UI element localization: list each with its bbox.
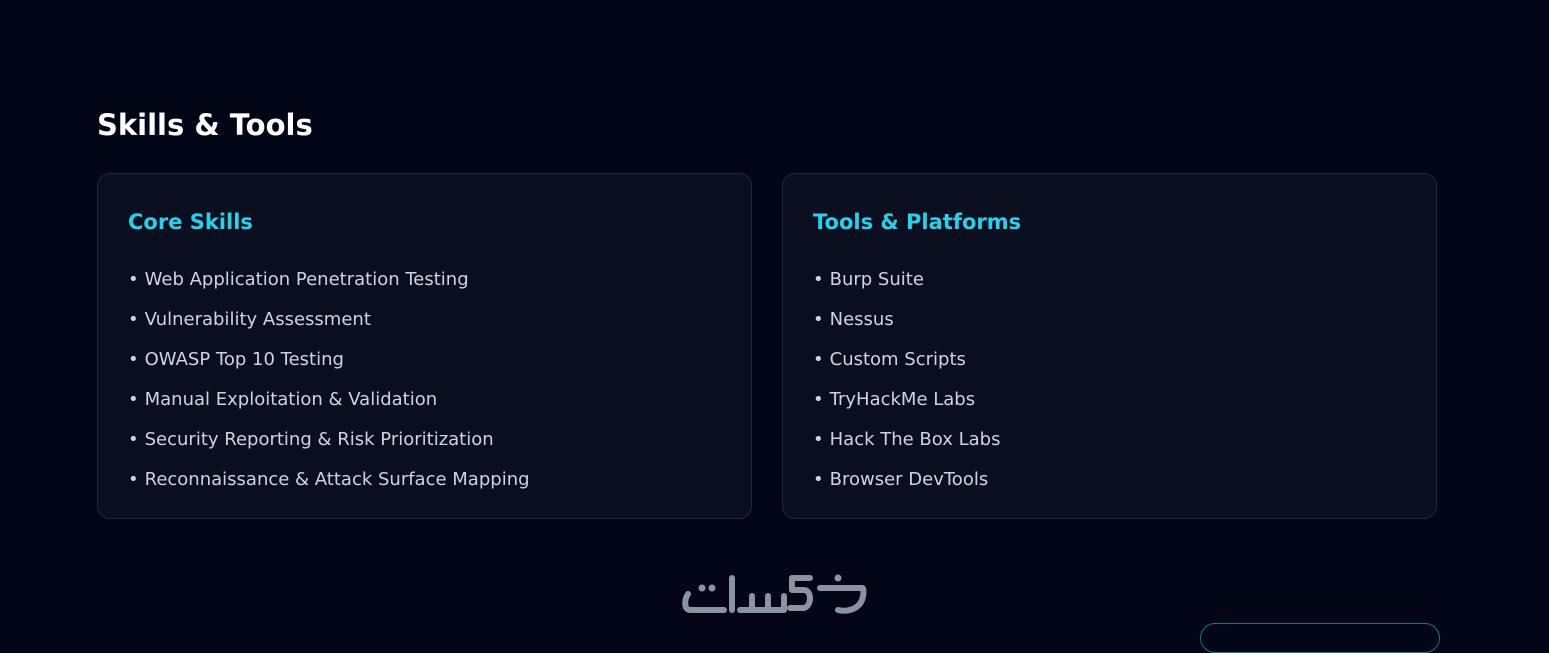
section-title: Skills & Tools: [97, 108, 313, 142]
list-item-label: Browser DevTools: [829, 469, 989, 490]
bullet-icon: •: [128, 349, 139, 370]
bullet-icon: •: [128, 429, 139, 450]
tools-platforms-card: Tools & Platforms • Burp Suite • Nessus • C…: [782, 173, 1437, 519]
partial-button-outline[interactable]: [1200, 623, 1440, 653]
tools-platforms-title: Tools & Platforms: [813, 210, 1022, 234]
bullet-icon: •: [128, 469, 139, 490]
list-item: • Browser DevTools: [813, 460, 1406, 500]
bullet-icon: •: [813, 429, 824, 450]
bullet-icon: •: [813, 269, 824, 290]
list-item: • Web Application Penetration Testing: [128, 260, 721, 300]
khamsat-logo-watermark: [682, 574, 867, 614]
bullet-icon: •: [128, 389, 139, 410]
list-item: • Manual Exploitation & Validation: [128, 380, 721, 420]
bullet-icon: •: [128, 309, 139, 330]
core-skills-card: Core Skills • Web Application Penetration…: [97, 173, 752, 519]
list-item-label: Hack The Box Labs: [829, 429, 1001, 450]
core-skills-title: Core Skills: [128, 210, 253, 234]
bullet-icon: •: [128, 269, 139, 290]
list-item: • Reconnaissance & Attack Surface Mapping: [128, 460, 721, 500]
list-item: • Custom Scripts: [813, 340, 1406, 380]
core-skills-list: • Web Application Penetration Testing • Vu…: [128, 260, 721, 500]
list-item-label: Manual Exploitation & Validation: [144, 389, 438, 410]
list-item-label: Burp Suite: [829, 269, 924, 290]
list-item: • TryHackMe Labs: [813, 380, 1406, 420]
tools-platforms-list: • Burp Suite • Nessus • Custom Scripts • Try…: [813, 260, 1406, 500]
list-item-label: OWASP Top 10 Testing: [144, 349, 344, 370]
list-item-label: Reconnaissance & Attack Surface Mapping: [144, 469, 530, 490]
list-item-label: Vulnerability Assessment: [144, 309, 371, 330]
list-item-label: Web Application Penetration Testing: [144, 269, 469, 290]
list-item: • Hack The Box Labs: [813, 420, 1406, 460]
bullet-icon: •: [813, 469, 824, 490]
list-item-label: Nessus: [829, 309, 894, 330]
list-item-label: Custom Scripts: [829, 349, 966, 370]
bullet-icon: •: [813, 389, 824, 410]
list-item-label: TryHackMe Labs: [829, 389, 976, 410]
list-item: • Security Reporting & Risk Prioritizatio…: [128, 420, 721, 460]
list-item: • Burp Suite: [813, 260, 1406, 300]
list-item: • OWASP Top 10 Testing: [128, 340, 721, 380]
list-item: • Vulnerability Assessment: [128, 300, 721, 340]
bullet-icon: •: [813, 349, 824, 370]
list-item-label: Security Reporting & Risk Prioritization: [144, 429, 494, 450]
bullet-icon: •: [813, 309, 824, 330]
list-item: • Nessus: [813, 300, 1406, 340]
